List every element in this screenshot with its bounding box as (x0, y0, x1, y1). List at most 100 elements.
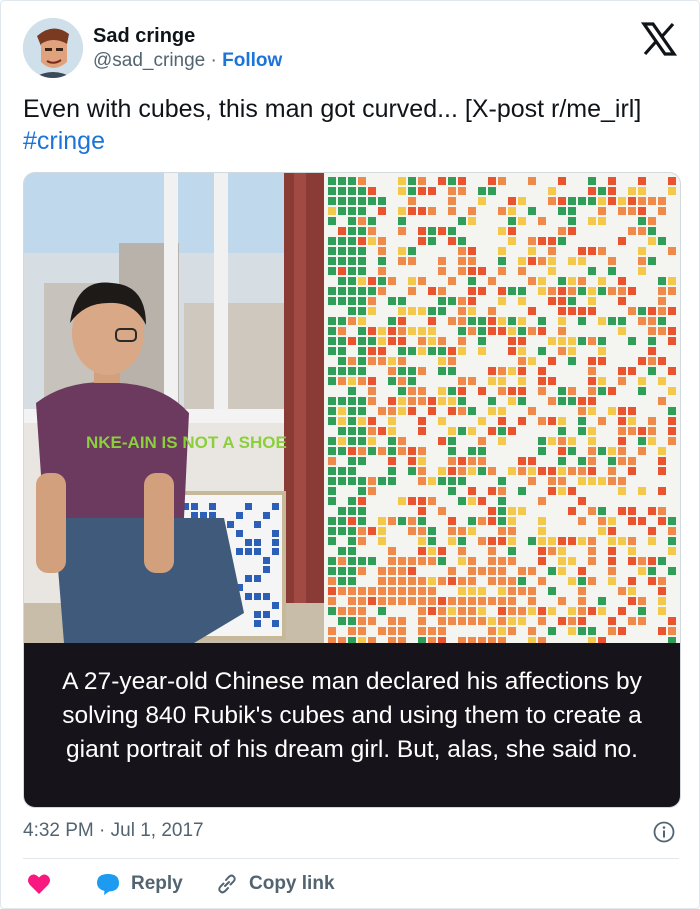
qr-tile (245, 575, 252, 582)
mosaic-tile (428, 397, 436, 405)
post-image[interactable]: NKE-AIN IS NOT A SHOE A 27-year-old Chin… (23, 172, 681, 808)
mosaic-tile (438, 367, 446, 375)
mosaic-tile (428, 547, 436, 555)
mosaic-tile (468, 457, 476, 465)
mosaic-tile (588, 627, 596, 635)
mosaic-tile (548, 397, 556, 405)
qr-tile (272, 602, 279, 609)
mosaic-tile (468, 247, 476, 255)
mosaic-tile (398, 317, 406, 325)
mosaic-tile (478, 317, 486, 325)
follow-button[interactable]: Follow (222, 50, 282, 71)
mosaic-tile (508, 427, 516, 435)
timestamp[interactable]: 4:32 PM · Jul 1, 2017 (23, 820, 204, 842)
mosaic-tile (558, 567, 566, 575)
mosaic-tile (488, 187, 496, 195)
mosaic-tile (618, 297, 626, 305)
mosaic-tile (568, 447, 576, 455)
mosaic-tile (378, 407, 386, 415)
mosaic-tile (348, 467, 356, 475)
mosaic-tile (468, 497, 476, 505)
mosaic-tile (418, 397, 426, 405)
mosaic-tile (358, 497, 366, 505)
mosaic-tile (458, 177, 466, 185)
mosaic-tile (568, 537, 576, 545)
mosaic-tile (368, 187, 376, 195)
mosaic-tile (608, 407, 616, 415)
mosaic-tile (338, 397, 346, 405)
mosaic-tile (408, 457, 416, 465)
reply-button[interactable]: Reply (95, 871, 183, 897)
separator-dot: · (210, 50, 217, 71)
mosaic-tile (328, 527, 336, 535)
mosaic-tile (458, 497, 466, 505)
mosaic-tile (648, 347, 656, 355)
handle[interactable]: @sad_cringe (93, 50, 205, 71)
mosaic-tile (338, 417, 346, 425)
mosaic-tile (388, 547, 396, 555)
mosaic-tile (638, 567, 646, 575)
mosaic-tile (608, 617, 616, 625)
mosaic-tile (628, 467, 636, 475)
mosaic-tile (358, 587, 366, 595)
qr-tile (263, 611, 270, 618)
mosaic-tile (498, 177, 506, 185)
mosaic-tile (338, 177, 346, 185)
mosaic-tile (418, 367, 426, 375)
mosaic-tile (648, 537, 656, 545)
mosaic-tile (548, 287, 556, 295)
mosaic-tile (378, 447, 386, 455)
mosaic-tile (458, 257, 466, 265)
mosaic-tile (618, 197, 626, 205)
mosaic-tile (438, 617, 446, 625)
mosaic-tile (468, 517, 476, 525)
mosaic-tile (358, 397, 366, 405)
mosaic-tile (558, 287, 566, 295)
mosaic-tile (628, 617, 636, 625)
mosaic-tile (388, 577, 396, 585)
mosaic-tile (358, 197, 366, 205)
mosaic-tile (538, 277, 546, 285)
mosaic-tile (458, 187, 466, 195)
mosaic-tile (458, 347, 466, 355)
mosaic-tile (358, 327, 366, 335)
mosaic-tile (348, 257, 356, 265)
mosaic-tile (468, 577, 476, 585)
mosaic-tile (408, 407, 416, 415)
mosaic-tile (558, 177, 566, 185)
avatar[interactable] (23, 18, 83, 78)
mosaic-tile (658, 577, 666, 585)
mosaic-tile (638, 227, 646, 235)
mosaic-tile (398, 437, 406, 445)
mosaic-tile (328, 517, 336, 525)
mosaic-tile (328, 417, 336, 425)
like-button[interactable] (27, 871, 51, 897)
info-icon[interactable] (653, 821, 675, 843)
mosaic-tile (618, 287, 626, 295)
mosaic-tile (348, 607, 356, 615)
mosaic-tile (348, 287, 356, 295)
mosaic-tile (358, 347, 366, 355)
mosaic-tile (518, 257, 526, 265)
mosaic-tile (658, 297, 666, 305)
mosaic-tile (418, 577, 426, 585)
hashtag-link[interactable]: #cringe (23, 127, 105, 155)
display-name[interactable]: Sad cringe (93, 25, 195, 48)
mosaic-tile (488, 397, 496, 405)
mosaic-tile (578, 417, 586, 425)
mosaic-tile (638, 247, 646, 255)
mosaic-tile (648, 327, 656, 335)
mosaic-tile (658, 627, 666, 635)
mosaic-tile (328, 447, 336, 455)
mosaic-tile (378, 337, 386, 345)
mosaic-tile (368, 337, 376, 345)
mosaic-tile (398, 177, 406, 185)
mosaic-tile (638, 317, 646, 325)
x-logo-icon[interactable] (641, 21, 677, 57)
mosaic-tile (498, 497, 506, 505)
mosaic-tile (538, 317, 546, 325)
mosaic-tile (348, 357, 356, 365)
copy-link-button[interactable]: Copy link (215, 871, 335, 897)
mosaic-tile (618, 427, 626, 435)
mosaic-tile (448, 237, 456, 245)
